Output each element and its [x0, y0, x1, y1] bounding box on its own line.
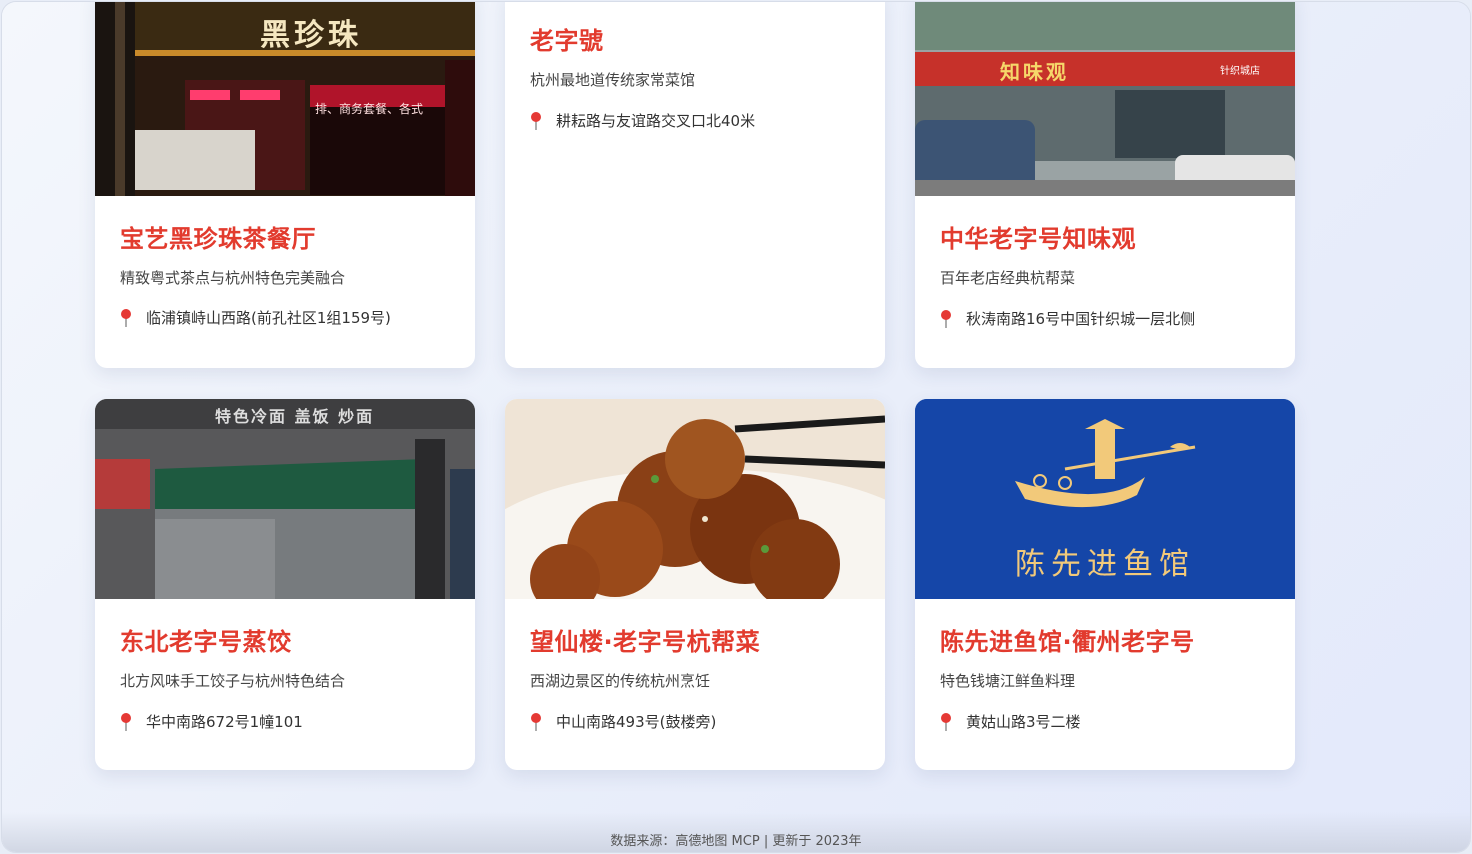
address-text: 临浦镇峙山西路(前孔社区1组159号): [146, 309, 391, 327]
address-text: 中山南路493号(鼓楼旁): [556, 713, 717, 731]
restaurant-photo: 黑珍珠 排、商务套餐、各式: [95, 2, 475, 196]
map-pin-icon: [121, 309, 131, 327]
restaurant-card[interactable]: 知味观 针织城店 中华老字号知味观 百年老店经典杭帮菜 秋涛南路16号中国针织城…: [915, 2, 1295, 368]
restaurant-description: 特色钱塘江鲜鱼料理: [940, 672, 1076, 690]
restaurant-address: 中山南路493号(鼓楼旁): [530, 712, 860, 732]
restaurant-name: 望仙楼·老字号杭帮菜: [530, 628, 761, 656]
restaurant-description: 北方风味手工饺子与杭州特色结合: [120, 672, 346, 690]
address-text: 黄姑山路3号二楼: [966, 713, 1081, 731]
restaurant-description: 杭州最地道传统家常菜馆: [530, 71, 696, 89]
app-window: 黑珍珠 排、商务套餐、各式 宝艺黑珍珠茶餐厅 精致粤式茶点与杭州特色完美融合 临…: [2, 2, 1470, 852]
restaurant-description: 精致粤式茶点与杭州特色完美融合: [120, 269, 346, 287]
map-pin-icon: [531, 713, 541, 731]
shop-sign-text: 知味观: [1000, 60, 1069, 84]
restaurant-address: 耕耘路与友谊路交叉口北40米: [530, 111, 860, 131]
restaurant-card[interactable]: 老字號 杭州最地道传统家常菜馆 耕耘路与友谊路交叉口北40米: [505, 2, 885, 368]
data-source-footer: 数据来源：高德地图 MCP | 更新于 2023年: [610, 834, 862, 849]
restaurant-address: 临浦镇峙山西路(前孔社区1组159号): [120, 308, 450, 328]
map-pin-icon: [941, 713, 951, 731]
restaurant-card[interactable]: 黑珍珠 排、商务套餐、各式 宝艺黑珍珠茶餐厅 精致粤式茶点与杭州特色完美融合 临…: [95, 2, 475, 368]
restaurant-card[interactable]: 特色冷面 盖饭 炒面 东北老字号蒸饺 北方风味手工饺子与杭州特色结合 华中南路6…: [95, 399, 475, 770]
shop-sign-text: 黑珍珠: [260, 18, 362, 53]
restaurant-name: 陈先进鱼馆·衢州老字号: [940, 628, 1195, 656]
address-text: 秋涛南路16号中国针织城一层北侧: [966, 310, 1196, 328]
restaurant-description: 西湖边景区的传统杭州烹饪: [530, 672, 711, 690]
shop-sign-text: 特色冷面 盖饭 炒面: [215, 407, 375, 426]
restaurant-name: 中华老字号知味观: [940, 225, 1136, 253]
restaurant-card[interactable]: 望仙楼·老字号杭帮菜 西湖边景区的传统杭州烹饪 中山南路493号(鼓楼旁): [505, 399, 885, 770]
restaurant-name: 宝艺黑珍珠茶餐厅: [120, 225, 316, 253]
map-pin-icon: [941, 310, 951, 328]
address-text: 华中南路672号1幢101: [146, 713, 303, 731]
shop-sub-sign-text: 排、商务套餐、各式: [315, 102, 424, 116]
restaurant-photo: 特色冷面 盖饭 炒面: [95, 399, 475, 599]
map-pin-icon: [531, 112, 541, 130]
logo-text: 陈先进鱼馆: [1015, 547, 1195, 582]
address-text: 耕耘路与友谊路交叉口北40米: [556, 112, 756, 130]
restaurant-address: 秋涛南路16号中国针织城一层北侧: [940, 309, 1270, 329]
restaurant-photo: 陈先进鱼馆: [915, 399, 1295, 599]
restaurant-description: 百年老店经典杭帮菜: [940, 269, 1076, 287]
restaurant-photo: 知味观 针织城店: [915, 2, 1295, 196]
restaurant-name: 东北老字号蒸饺: [120, 628, 292, 656]
map-pin-icon: [121, 713, 131, 731]
restaurant-address: 华中南路672号1幢101: [120, 712, 450, 732]
restaurant-card[interactable]: 陈先进鱼馆 陈先进鱼馆·衢州老字号 特色钱塘江鲜鱼料理 黄姑山路3号二楼: [915, 399, 1295, 770]
restaurant-name: 老字號: [530, 27, 604, 55]
restaurant-photo: [505, 399, 885, 599]
shop-sub-sign-text: 针织城店: [1220, 66, 1260, 77]
restaurant-address: 黄姑山路3号二楼: [940, 712, 1270, 732]
